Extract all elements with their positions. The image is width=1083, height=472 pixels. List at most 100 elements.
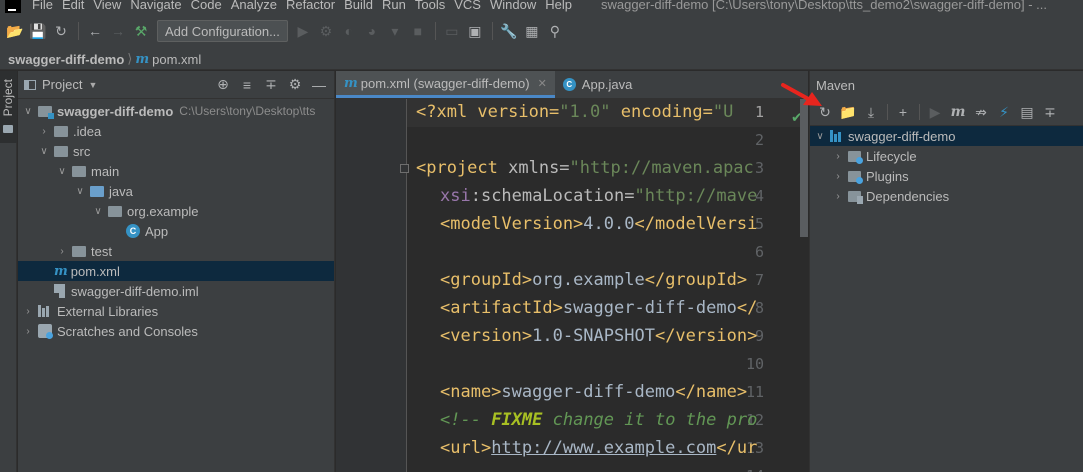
maven-tree-node-label: Lifecycle xyxy=(866,148,917,164)
project-tool-window-tab[interactable]: Project xyxy=(0,71,17,143)
menu-help[interactable]: Help xyxy=(545,0,572,11)
tab-label: pom.xml (swagger-diff-demo) xyxy=(360,75,530,91)
download-sources-icon[interactable]: ⤓ xyxy=(860,102,882,122)
menu-run[interactable]: Run xyxy=(382,0,406,11)
fold-marker-icon[interactable] xyxy=(400,164,409,173)
tree-node-test[interactable]: › test xyxy=(18,241,334,261)
chevron-right-icon[interactable]: › xyxy=(56,246,68,257)
settings-wrench-icon[interactable]: 🔧 xyxy=(498,20,520,42)
skip-tests-icon[interactable]: ⚡ xyxy=(993,102,1015,122)
stop-icon[interactable]: ■ xyxy=(407,20,429,42)
menu-build[interactable]: Build xyxy=(344,0,373,11)
breadcrumb-project[interactable]: swagger-diff-demo xyxy=(8,52,124,67)
menu-tools[interactable]: Tools xyxy=(415,0,445,11)
tree-node-scratches[interactable]: › Scratches and Consoles xyxy=(18,321,334,341)
chevron-right-icon[interactable]: › xyxy=(22,326,34,337)
more-run-options-icon[interactable]: ▾ xyxy=(384,20,406,42)
chevron-right-icon[interactable]: › xyxy=(832,151,844,162)
maven-tree-node-plugins[interactable]: › Plugins xyxy=(810,166,1083,186)
locate-file-icon[interactable]: ⊕ xyxy=(212,75,234,95)
chevron-down-icon[interactable]: ∨ xyxy=(92,206,104,217)
collapse-all-icon[interactable]: ∓ xyxy=(1039,102,1061,122)
chevron-down-icon[interactable]: ∨ xyxy=(74,186,86,197)
code-area[interactable]: 1 2 3 4 5 6 7 8 9 10 11 12 13 14 <?xml v… xyxy=(336,99,808,472)
menu-refactor[interactable]: Refactor xyxy=(286,0,335,11)
back-arrow-icon[interactable]: ← xyxy=(84,20,106,42)
search-everywhere-icon[interactable]: ⚲ xyxy=(544,20,566,42)
sync-icon[interactable]: ↻ xyxy=(50,20,72,42)
library-icon xyxy=(38,305,52,317)
tree-node-label: .idea xyxy=(73,123,102,139)
run-maven-build-icon[interactable]: ▶ xyxy=(924,102,946,122)
run-icon[interactable]: ▶ xyxy=(292,20,314,42)
menu-analyze[interactable]: Analyze xyxy=(231,0,277,11)
project-view-icon xyxy=(24,79,36,90)
hide-panel-icon[interactable]: — xyxy=(308,75,330,95)
tab-pom-xml[interactable]: m pom.xml (swagger-diff-demo) ✕ xyxy=(336,71,555,98)
tree-node-src[interactable]: ∨ src xyxy=(18,141,334,161)
tree-node-label: java xyxy=(109,183,133,199)
run-configuration-dropdown[interactable]: Add Configuration... xyxy=(157,20,288,42)
maven-tree-node-dependencies[interactable]: › Dependencies xyxy=(810,186,1083,206)
tree-node-app[interactable]: › C App xyxy=(18,221,334,241)
tree-node-org-example[interactable]: ∨ org.example xyxy=(18,201,334,221)
profile-icon[interactable]: ◕ xyxy=(361,20,383,42)
toolbar-separator xyxy=(887,104,888,120)
forward-arrow-icon[interactable]: → xyxy=(107,20,129,42)
chevron-down-icon[interactable]: ∨ xyxy=(22,106,34,117)
menu-vcs[interactable]: VCS xyxy=(454,0,481,11)
generate-sources-icon[interactable]: 📁 xyxy=(837,102,859,122)
execute-maven-goal-icon[interactable]: m xyxy=(947,102,969,122)
build-hammer-icon[interactable]: ⚒ xyxy=(130,20,152,42)
menu-file[interactable]: File xyxy=(32,0,53,11)
gear-icon[interactable]: ⚙ xyxy=(284,75,306,95)
expand-all-icon[interactable]: ≡ xyxy=(236,75,258,95)
tab-app-java[interactable]: C App.java xyxy=(555,71,641,98)
plugins-folder-icon xyxy=(848,170,863,184)
chevron-right-icon[interactable]: › xyxy=(832,191,844,202)
tree-node-idea[interactable]: › .idea xyxy=(18,121,334,141)
tree-node-project-root[interactable]: ∨ swagger-diff-demo C:\Users\tony\Deskto… xyxy=(18,101,334,121)
project-structure-icon[interactable]: ▣ xyxy=(464,20,486,42)
tree-node-java[interactable]: ∨ java xyxy=(18,181,334,201)
close-icon[interactable]: ✕ xyxy=(538,77,547,90)
project-structure-dialog-icon[interactable]: ▦ xyxy=(521,20,543,42)
code-line-1: <?xml version="1.0" encoding="U xyxy=(416,102,734,122)
maven-tree-node-lifecycle[interactable]: › Lifecycle xyxy=(810,146,1083,166)
toolbar-separator xyxy=(919,104,920,120)
tree-node-path-hint: C:\Users\tony\Desktop\tts xyxy=(179,104,316,118)
chevron-down-icon[interactable]: ∨ xyxy=(56,166,68,177)
chevron-down-icon[interactable]: ∨ xyxy=(38,146,50,157)
attach-debugger-icon[interactable]: ▭ xyxy=(441,20,463,42)
add-maven-project-icon[interactable]: + xyxy=(892,102,914,122)
debug-icon[interactable]: ⚙ xyxy=(315,20,337,42)
tree-node-pom-xml[interactable]: › m pom.xml xyxy=(18,261,334,281)
editor-scrollbar[interactable] xyxy=(800,99,808,237)
reload-all-maven-projects-icon[interactable]: ↻ xyxy=(814,102,836,122)
menu-navigate[interactable]: Navigate xyxy=(130,0,181,11)
chevron-right-icon[interactable]: › xyxy=(22,306,34,317)
breadcrumb-file[interactable]: m pom.xml xyxy=(135,52,201,67)
menu-edit[interactable]: Edit xyxy=(62,0,84,11)
open-folder-icon[interactable]: 📂 xyxy=(4,20,26,42)
save-all-icon[interactable]: 💾 xyxy=(27,20,49,42)
collapse-all-icon[interactable]: ∓ xyxy=(260,75,282,95)
tree-node-iml[interactable]: › swagger-diff-demo.iml xyxy=(18,281,334,301)
menu-view[interactable]: View xyxy=(93,0,121,11)
coverage-icon[interactable]: ◐ xyxy=(338,20,360,42)
chevron-down-icon[interactable]: ∨ xyxy=(814,131,826,142)
package-icon xyxy=(108,205,122,217)
chevron-right-icon[interactable]: › xyxy=(38,126,50,137)
maven-tree-node-project[interactable]: ∨ swagger-diff-demo xyxy=(810,126,1083,146)
maven-file-icon: m xyxy=(344,75,358,91)
code-line-4: xsi:schemaLocation="http://mave xyxy=(440,186,758,206)
chevron-right-icon[interactable]: › xyxy=(832,171,844,182)
menu-window[interactable]: Window xyxy=(490,0,536,11)
toggle-offline-mode-icon[interactable]: ⇏ xyxy=(970,102,992,122)
breadcrumb-file-label: pom.xml xyxy=(152,51,202,67)
menu-code[interactable]: Code xyxy=(191,0,222,11)
tree-node-main[interactable]: ∨ main xyxy=(18,161,334,181)
project-view-selector[interactable]: Project ▼ xyxy=(24,77,97,92)
show-dependencies-icon[interactable]: ▤ xyxy=(1016,102,1038,122)
tree-node-external-libraries[interactable]: › External Libraries xyxy=(18,301,334,321)
